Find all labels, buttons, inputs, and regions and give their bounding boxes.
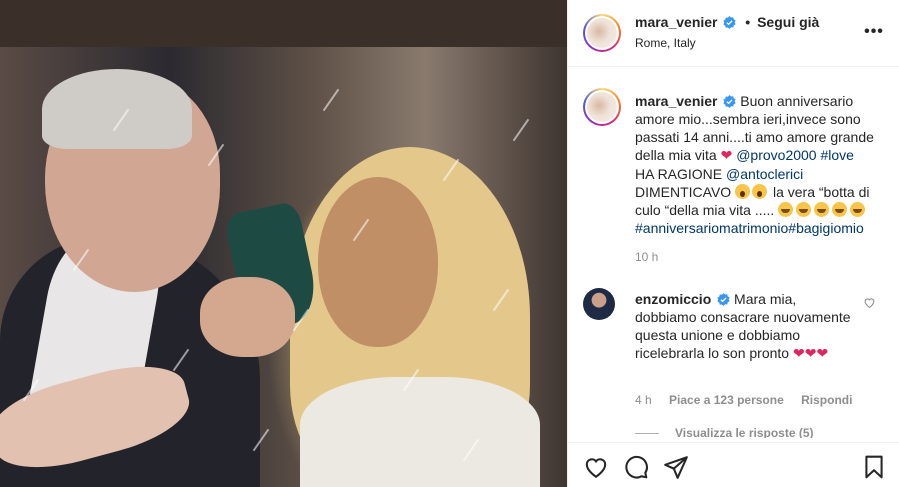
comment-icon[interactable] [623,454,649,480]
comment-likes-count[interactable]: Piace a 123 persone [669,393,784,407]
reply-button[interactable]: Rispondi [801,393,852,407]
mention-provo2000[interactable]: @provo2000 [736,147,816,163]
laughing-emoji-icon [796,202,812,217]
laughing-emoji-icon [832,202,848,217]
comment-username[interactable]: enzomiccio [635,291,711,307]
heart-icon[interactable] [583,454,609,480]
caption-body-3: DIMENTICAVO [635,184,732,200]
share-icon[interactable] [663,454,689,480]
post-header: mara_venier • Segui già Rome, Italy ••• [568,0,899,67]
more-options-icon[interactable]: ••• [862,22,886,42]
comments-area[interactable]: mara_venier Buon anniversario amore mio.… [568,68,899,438]
hashtag-love[interactable]: #love [821,147,854,163]
comment-text: enzomiccio Mara mia, dobbiamo consacrare… [635,290,855,363]
caption-avatar[interactable] [583,88,621,126]
comment-avatar[interactable] [583,288,615,320]
view-replies-label: Visualizza le risposte (5) [675,426,814,438]
shocked-face-emoji-icon [752,184,768,199]
laughing-emoji-icon [778,202,794,217]
avatar[interactable] [583,14,621,52]
verified-badge-icon [723,95,736,108]
comment-meta: 4 h Piace a 123 persone Rispondi [635,393,866,407]
view-replies-button[interactable]: Visualizza le risposte (5) [635,426,814,438]
verified-badge-icon [717,293,730,306]
bookmark-icon[interactable] [861,454,887,480]
heart-emoji-icon: ❤ [720,148,733,164]
header-username[interactable]: mara_venier [635,14,718,30]
hashtags-anniversary[interactable]: #anniversariomatrimonio#bagigiomio [635,220,864,236]
post-media[interactable] [0,0,567,487]
post-side-panel: mara_venier • Segui già Rome, Italy ••• … [567,0,899,487]
follow-status-button[interactable]: Segui già [757,14,819,30]
comment-like-heart-icon[interactable] [863,296,876,309]
shocked-face-emoji-icon [735,184,751,199]
caption-username[interactable]: mara_venier [635,93,718,109]
laughing-emoji-icon [814,202,830,217]
verified-badge-icon [723,16,736,29]
comment-timestamp[interactable]: 4 h [635,393,652,407]
media-top-band [0,0,567,47]
action-bar [568,442,899,487]
caption-body-2: HA RAGIONE [635,166,723,182]
header-name-line: mara_venier • Segui già [635,14,819,30]
location-link[interactable]: Rome, Italy [635,36,696,50]
dot-separator: • [745,14,751,30]
post-photo[interactable] [0,47,567,487]
laughing-emoji-icon [850,202,866,217]
replies-divider [635,433,659,435]
heart-emoji-icon: ❤❤❤ [792,346,829,362]
mention-antoclerici[interactable]: @antoclerici [726,166,803,182]
caption-timestamp[interactable]: 10 h [635,250,658,264]
caption-text: mara_venier Buon anniversario amore mio.… [635,92,887,237]
